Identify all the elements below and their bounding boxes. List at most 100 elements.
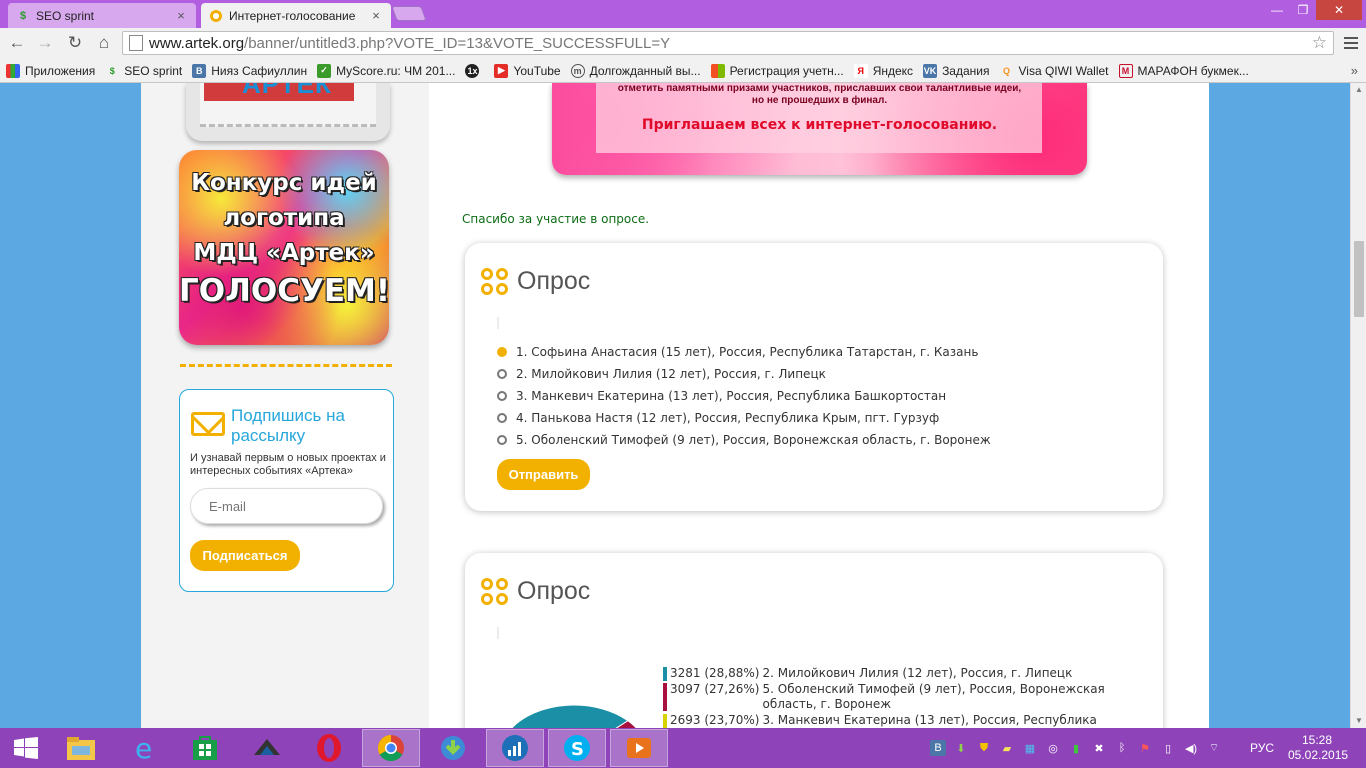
- submit-vote-button[interactable]: Отправить: [497, 459, 590, 490]
- close-window-icon[interactable]: ✕: [1316, 0, 1362, 20]
- page-scrollbar[interactable]: ▲ ▼: [1350, 83, 1366, 728]
- bookmark-label: YouTube: [513, 63, 561, 78]
- address-bar[interactable]: www.artek.org/banner/untitled3.php?VOTE_…: [122, 31, 1334, 55]
- poll-option[interactable]: 3. Манкевич Екатерина (13 лет), Россия, …: [497, 385, 991, 407]
- envelope-icon: [191, 412, 225, 436]
- radio-button[interactable]: [497, 413, 507, 423]
- poll-option[interactable]: 4. Панькова Настя (12 лет), Россия, Респ…: [497, 407, 991, 429]
- new-tab-button[interactable]: [391, 6, 427, 21]
- app-icon[interactable]: [238, 729, 296, 767]
- result-count: 2693 (23,70%): [670, 713, 760, 727]
- scroll-thumb[interactable]: [1354, 241, 1364, 317]
- poll-options: 1. Софьина Анастасия (15 лет), Россия, Р…: [497, 341, 991, 451]
- download-tray-icon[interactable]: ⬇: [953, 740, 969, 756]
- network-tray-icon[interactable]: ▦: [1022, 740, 1038, 756]
- scroll-down-icon[interactable]: ▼: [1351, 714, 1366, 728]
- app-tray-icon[interactable]: ▮: [1068, 740, 1084, 756]
- qiwi-icon: Q: [1002, 65, 1010, 76]
- bookmark-label: Visa QIWI Wallet: [1018, 63, 1109, 78]
- option-label: 5. Оболенский Тимофей (9 лет), Россия, В…: [516, 433, 991, 447]
- tab-title: SEO sprint: [36, 8, 95, 23]
- bookmark-seo-sprint[interactable]: $ SEO sprint: [105, 64, 183, 78]
- back-arrow-icon[interactable]: ←: [6, 32, 28, 54]
- close-tab-icon[interactable]: ×: [369, 8, 383, 23]
- opera-icon[interactable]: [300, 729, 358, 767]
- result-count: 3097 (27,26%): [670, 682, 760, 696]
- more-bookmarks-icon[interactable]: »: [1351, 63, 1358, 78]
- bookmark-apps[interactable]: Приложения: [6, 63, 95, 78]
- voting-banner: отметить памятными призами участников, п…: [552, 83, 1087, 175]
- subscribe-title: Подпишись на рассылку: [231, 406, 345, 445]
- bookmark-youtube[interactable]: ▶ YouTube: [494, 63, 561, 78]
- home-icon[interactable]: ⌂: [93, 32, 115, 54]
- option-label: 1. Софьина Анастасия (15 лет), Россия, Р…: [516, 345, 979, 359]
- start-icon[interactable]: [0, 729, 52, 767]
- volume-icon[interactable]: ◀): [1183, 740, 1199, 756]
- bookmark-myscore[interactable]: ✓ MyScore.ru: ЧМ 201...: [317, 63, 455, 78]
- subscribe-button[interactable]: Подписаться: [190, 540, 300, 571]
- vk-tray-icon[interactable]: В: [930, 740, 946, 756]
- radio-button[interactable]: [497, 435, 507, 445]
- system-clock[interactable]: 15:28 05.02.2015: [1288, 733, 1348, 763]
- minimize-icon[interactable]: —: [1264, 0, 1290, 20]
- internet-explorer-icon[interactable]: e: [116, 729, 174, 767]
- tab-internet-voting[interactable]: Интернет-голосование ×: [201, 3, 391, 28]
- poll-option[interactable]: 5. Оболенский Тимофей (9 лет), Россия, В…: [497, 429, 991, 451]
- bookmark-registration[interactable]: Регистрация учетн...: [710, 63, 844, 78]
- subscribe-box: Подпишись на рассылку И узнавай первым о…: [179, 389, 394, 592]
- skype-icon[interactable]: S: [548, 729, 606, 767]
- vk-icon: VK: [923, 63, 938, 78]
- logo-contest-banner[interactable]: Конкурс идей логотипа МДЦ «Артек» ГОЛОСУ…: [179, 150, 389, 345]
- bookmark-marathon[interactable]: M МАРАФОН букмек...: [1118, 63, 1249, 78]
- scroll-up-icon[interactable]: ▲: [1351, 83, 1366, 97]
- email-field[interactable]: [190, 488, 383, 524]
- bookmark-label: Нияз Сафиуллин: [211, 63, 308, 78]
- file-explorer-icon[interactable]: [52, 729, 110, 767]
- chrome-menu-icon[interactable]: [1342, 33, 1360, 53]
- apps-grid-icon: [6, 63, 20, 78]
- forward-arrow-icon[interactable]: →: [34, 32, 56, 54]
- store-icon[interactable]: [176, 729, 234, 767]
- radio-button[interactable]: [497, 369, 507, 379]
- bookmark-long-awaited[interactable]: m Долгожданный вы...: [570, 63, 701, 78]
- site-icon: m: [570, 63, 585, 78]
- shield-icon[interactable]: ⛊: [976, 740, 992, 756]
- bookmark-yandex[interactable]: Я Яндекс: [853, 63, 913, 78]
- chrome-icon[interactable]: [362, 729, 420, 767]
- vk-icon: В: [192, 63, 207, 78]
- bookmark-niyaz[interactable]: В Нияз Сафиуллин: [192, 63, 308, 78]
- reload-icon[interactable]: ↻: [64, 32, 86, 54]
- tools-icon[interactable]: ✖: [1091, 740, 1107, 756]
- banner-text: но не прошедших в финал.: [751, 95, 888, 106]
- option-label: 3. Манкевич Екатерина (13 лет), Россия, …: [516, 389, 947, 403]
- folder-tray-icon[interactable]: ▰: [999, 740, 1015, 756]
- media-icon[interactable]: [610, 729, 668, 767]
- radio-button[interactable]: [497, 391, 507, 401]
- battery-icon[interactable]: ▯: [1160, 740, 1176, 756]
- flag-icon[interactable]: ⚑: [1137, 740, 1153, 756]
- artek-icon: [209, 9, 223, 23]
- youtube-icon: ▶: [494, 63, 509, 78]
- poll-option[interactable]: 1. Софьина Анастасия (15 лет), Россия, Р…: [497, 341, 991, 363]
- banner-call-to-action: Приглашаем всех к интернет-голосованию.: [641, 117, 998, 133]
- url-host: www.artek.org: [149, 34, 245, 52]
- bookmark-tasks[interactable]: VK Задания: [923, 63, 990, 78]
- poll-option[interactable]: 2. Милойкович Лилия (12 лет), Россия, г.…: [497, 363, 991, 385]
- close-tab-icon[interactable]: ×: [174, 8, 188, 23]
- svg-text:e: e: [135, 733, 152, 763]
- poll-title: Опрос: [517, 267, 591, 295]
- sync-icon[interactable]: ◎: [1045, 740, 1061, 756]
- browser-toolbar: ← → ↻ ⌂ www.artek.org/banner/untitled3.p…: [0, 28, 1366, 59]
- wifi-icon[interactable]: ⌔: [1206, 740, 1222, 756]
- bookmark-1x[interactable]: 1x: [465, 63, 484, 78]
- radio-button[interactable]: [497, 347, 507, 357]
- maximize-icon[interactable]: ❐: [1290, 0, 1316, 20]
- bluetooth-icon[interactable]: ᛒ: [1114, 740, 1130, 756]
- tab-seo-sprint[interactable]: $ SEO sprint ×: [8, 3, 196, 28]
- download-icon[interactable]: [424, 729, 482, 767]
- artek-stamp-banner[interactable]: АРТЕК: [186, 83, 390, 141]
- bookmark-qiwi[interactable]: Q Visa QIWI Wallet: [1000, 64, 1109, 78]
- bookmark-star-icon[interactable]: ☆: [1312, 33, 1327, 53]
- signal-icon[interactable]: [486, 729, 544, 767]
- language-indicator[interactable]: РУС: [1250, 741, 1274, 755]
